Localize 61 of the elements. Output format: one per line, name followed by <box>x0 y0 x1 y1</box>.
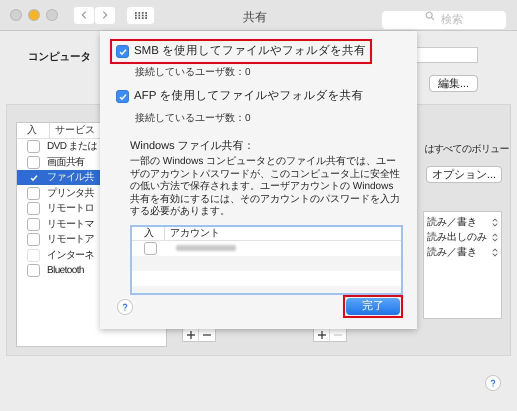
blurred-name <box>176 245 236 251</box>
section-heading: Windows ファイル共有： <box>130 138 256 154</box>
forward-button[interactable] <box>95 6 115 24</box>
service-name: リモートロ <box>47 202 94 216</box>
column-header: サービス <box>49 122 95 138</box>
plus-icon <box>186 331 194 339</box>
checkmark-icon <box>28 172 38 182</box>
edit-button[interactable]: 編集... <box>428 74 478 92</box>
checkbox[interactable] <box>27 186 40 200</box>
chevron-left-icon <box>79 10 89 20</box>
window-title: 共有 <box>243 9 267 26</box>
grid-button[interactable] <box>127 6 154 24</box>
permission-popup[interactable]: 読み／書き <box>424 214 501 230</box>
permission-popup[interactable]: 読み／書き <box>424 244 501 260</box>
checkbox[interactable] <box>116 45 129 58</box>
close-icon[interactable] <box>10 9 22 21</box>
service-name: プリンタ共 <box>47 186 94 200</box>
permission-popup[interactable]: 読み出しのみ <box>424 230 501 245</box>
question-mark-icon <box>489 379 497 387</box>
service-name: 画面共有 <box>47 156 85 170</box>
chevron-right-icon <box>100 10 110 20</box>
plus-icon <box>318 331 326 339</box>
computer-name-field[interactable] <box>416 47 478 63</box>
back-button[interactable] <box>74 6 94 24</box>
checkbox[interactable] <box>27 156 40 168</box>
stepper-icon <box>492 232 498 242</box>
service-name: ファイル共 <box>47 170 94 185</box>
help-button[interactable] <box>117 298 133 314</box>
column-header: 入 <box>27 124 38 138</box>
field-label: コンピュータ <box>28 50 91 65</box>
sharing-option[interactable]: AFP を使用してファイルやフォルダを共有 <box>112 86 368 108</box>
checkbox[interactable] <box>144 242 157 254</box>
options-button[interactable]: オプション... <box>426 166 502 183</box>
highlighted-option[interactable]: SMB を使用してファイルやフォルダを共有 <box>112 41 370 62</box>
search-field[interactable]: 検索 <box>382 11 506 29</box>
user-count: 接続しているユーザ数：0 <box>135 66 252 80</box>
checkbox[interactable] <box>27 233 40 246</box>
checkbox[interactable] <box>116 90 129 104</box>
checkbox[interactable] <box>27 202 40 215</box>
column-header: アカウント <box>164 226 220 240</box>
user-count: 接続しているユーザ数：0 <box>135 112 252 126</box>
checkmark-icon <box>118 92 128 102</box>
service-name: DVD または <box>47 140 97 154</box>
checkbox[interactable] <box>27 140 40 153</box>
stepper-icon <box>492 218 498 227</box>
service-name: インターネ <box>47 248 94 262</box>
stepper-icon <box>492 248 498 257</box>
zoom-icon[interactable] <box>46 9 58 21</box>
service-name: リモートア <box>47 233 94 247</box>
service-name: Bluetooth <box>47 264 84 278</box>
checkbox[interactable] <box>27 264 40 277</box>
help-button[interactable] <box>485 375 501 391</box>
checkmark-icon <box>118 46 128 57</box>
question-mark-icon <box>121 302 129 310</box>
search-icon <box>425 11 435 21</box>
service-name: リモートマ <box>47 218 94 232</box>
grid-icon <box>134 12 146 18</box>
minimize-icon[interactable] <box>28 9 40 21</box>
checkbox[interactable] <box>27 218 40 230</box>
column-header: 入 <box>144 226 155 240</box>
access-note: はすべてのボリュー <box>424 142 509 157</box>
